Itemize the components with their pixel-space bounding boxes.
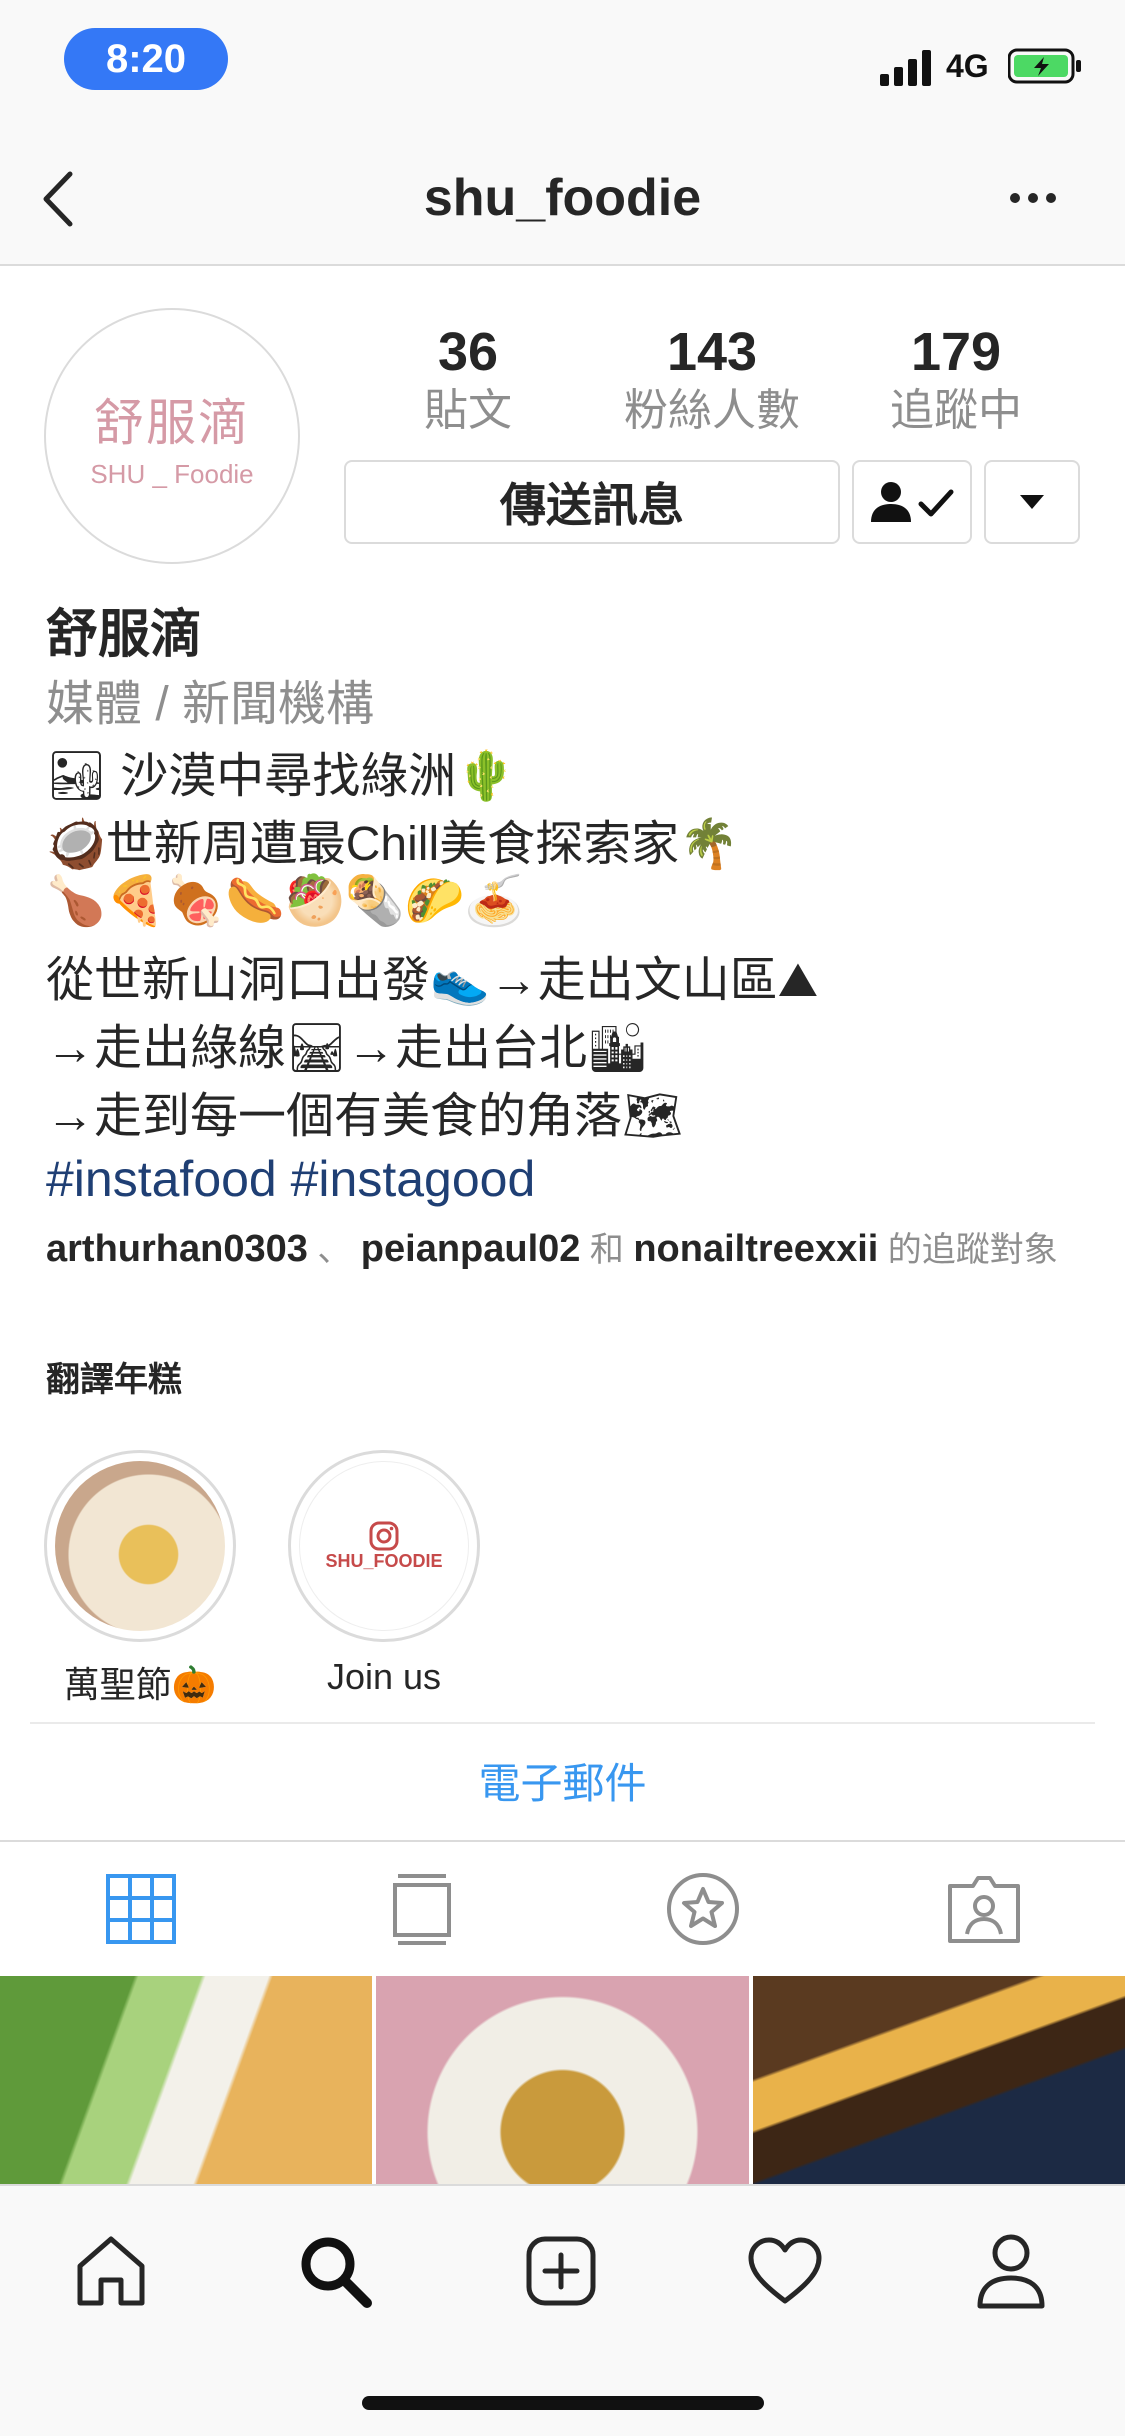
nav-home[interactable] bbox=[66, 2226, 156, 2316]
highlight-label: 萬聖節🎃 bbox=[63, 1664, 217, 1705]
stat-following-count: 179 bbox=[910, 322, 1002, 382]
post-thumbnail[interactable] bbox=[752, 1976, 1125, 2184]
activity-heart-icon bbox=[748, 2237, 822, 2304]
and-text: 和 bbox=[589, 1231, 624, 1269]
follower-username[interactable]: peianpaul02 bbox=[361, 1228, 581, 1270]
igtv-icon bbox=[392, 1874, 451, 1945]
stat-posts-label: 貼文 bbox=[424, 386, 512, 435]
guides-icon bbox=[667, 1873, 740, 1945]
following-button[interactable] bbox=[852, 460, 972, 544]
bio-line: 🏜 沙漠中尋找綠洲🌵 bbox=[46, 750, 517, 803]
profile-icon bbox=[977, 2234, 1045, 2309]
suggested-dropdown-button[interactable] bbox=[984, 460, 1080, 544]
avatar-logo-subtext: SHU _ Foodie bbox=[90, 458, 254, 489]
stat-followers[interactable]: 143 粉絲人數 bbox=[602, 320, 822, 438]
stat-followers-label: 粉絲人數 bbox=[624, 386, 800, 435]
add-post-icon bbox=[526, 2236, 596, 2306]
battery-icon bbox=[1008, 48, 1081, 84]
followed-by-text[interactable]: arthurhan0303 、 peianpaul02 和 nonailtree… bbox=[46, 1228, 1086, 1271]
profile-header: shu_foodie bbox=[0, 132, 1125, 266]
grid-icon bbox=[105, 1874, 176, 1944]
bio-line: →走到每一個有美食的角落🗺 bbox=[46, 1090, 683, 1143]
stat-posts-count: 36 bbox=[437, 322, 499, 382]
bio-hashtags[interactable]: #instafood #instagood bbox=[46, 1150, 535, 1208]
highlight-cover-image: SHU_FOODIE bbox=[299, 1461, 469, 1631]
bio-line: 從世新山洞口出發👟→走出文山區⛰ bbox=[46, 954, 819, 1007]
nav-search[interactable] bbox=[290, 2226, 380, 2316]
back-chevron-icon[interactable] bbox=[38, 168, 78, 230]
divider bbox=[30, 1722, 1095, 1724]
avatar-logo-text: 舒服滴 bbox=[94, 393, 250, 452]
stat-posts[interactable]: 36 貼文 bbox=[358, 320, 578, 438]
stat-following-label: 追蹤中 bbox=[890, 386, 1022, 435]
nav-activity[interactable] bbox=[740, 2226, 830, 2316]
home-icon bbox=[77, 2236, 145, 2306]
nav-new-post[interactable] bbox=[516, 2226, 606, 2316]
network-type: 4G bbox=[946, 48, 989, 84]
highlight-ring: SHU_FOODIE bbox=[288, 1450, 480, 1642]
profile-tabs bbox=[0, 1840, 1125, 1976]
highlight-label: Join us bbox=[326, 1656, 442, 1697]
follower-username[interactable]: arthurhan0303 bbox=[46, 1228, 308, 1270]
bio-line: 🥥世新周遭最Chill美食探索家🌴 bbox=[46, 818, 739, 871]
tab-tagged[interactable] bbox=[844, 1842, 1125, 1976]
translate-link[interactable]: 翻譯年糕 bbox=[46, 1352, 182, 1401]
separator: 、 bbox=[317, 1231, 352, 1269]
home-indicator[interactable] bbox=[362, 2396, 764, 2410]
stat-followers-count: 143 bbox=[666, 322, 758, 382]
highlight-ring bbox=[44, 1450, 236, 1642]
post-grid bbox=[0, 1976, 1125, 2184]
highlight-cover-image bbox=[55, 1461, 225, 1631]
follower-username[interactable]: nonailtreexxii bbox=[633, 1228, 878, 1270]
story-highlight[interactable]: 萬聖節🎃 bbox=[44, 1450, 236, 1708]
tagged-icon bbox=[948, 1876, 1021, 1943]
following-check-icon bbox=[871, 482, 954, 522]
profile-category: 媒體 / 新聞機構 bbox=[46, 678, 375, 731]
avatar[interactable]: 舒服滴 SHU _ Foodie bbox=[44, 308, 300, 564]
display-name: 舒服滴 bbox=[46, 606, 203, 664]
instagram-logo-icon bbox=[369, 1521, 399, 1550]
more-options-icon[interactable] bbox=[1010, 182, 1070, 214]
search-icon bbox=[301, 2237, 372, 2308]
status-time: 8:20 bbox=[64, 28, 228, 90]
post-thumbnail[interactable] bbox=[376, 1976, 749, 2184]
header-username: shu_foodie bbox=[423, 169, 702, 227]
bio-line: 🍗🍕🍖🌭🥙🌯🌮🍝 bbox=[46, 875, 525, 928]
email-button[interactable]: 電子郵件 bbox=[0, 1750, 1125, 1811]
tab-igtv[interactable] bbox=[281, 1842, 562, 1976]
story-highlight[interactable]: SHU_FOODIE Join us bbox=[288, 1450, 480, 1698]
caret-down-icon bbox=[1020, 495, 1044, 509]
tab-grid[interactable] bbox=[0, 1842, 281, 1976]
followed-by-suffix: 的追蹤對象 bbox=[887, 1231, 1058, 1269]
signal-icon bbox=[880, 50, 931, 86]
post-thumbnail[interactable] bbox=[0, 1976, 373, 2184]
stat-following[interactable]: 179 追蹤中 bbox=[846, 320, 1066, 438]
nav-profile[interactable] bbox=[966, 2226, 1056, 2316]
tab-guides[interactable] bbox=[563, 1842, 844, 1976]
highlight-brand-text: SHU_FOODIE bbox=[325, 1550, 443, 1571]
bio-line: →走出綠線🛤→走出台北🏙 bbox=[46, 1022, 648, 1075]
status-bar: 8:20 4G bbox=[0, 0, 1125, 132]
send-message-button[interactable]: 傳送訊息 bbox=[344, 460, 840, 544]
